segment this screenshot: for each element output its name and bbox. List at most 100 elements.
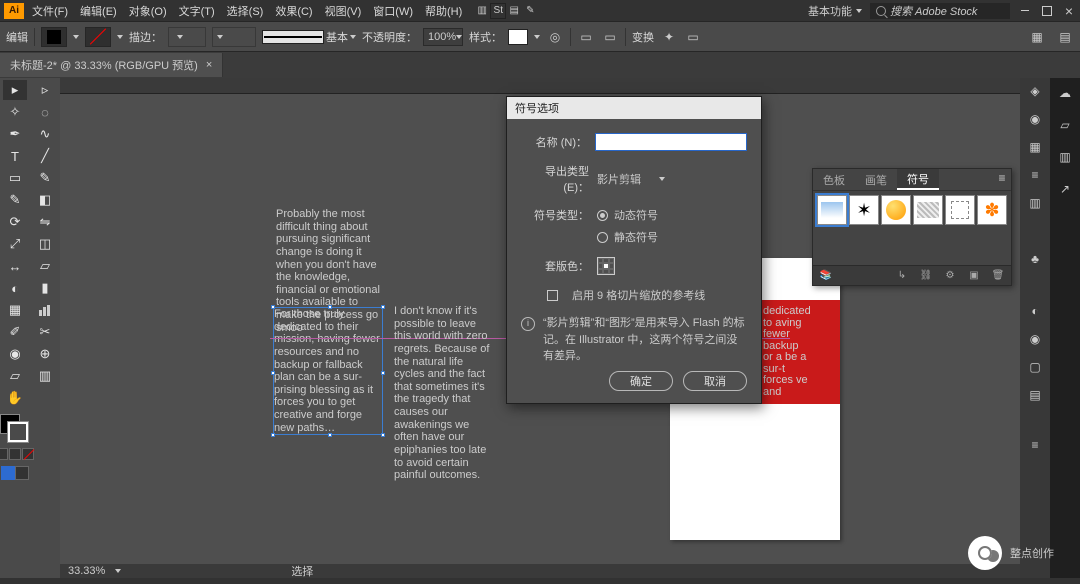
more-options-icon[interactable]: ▤	[1056, 28, 1074, 46]
eraser-tool[interactable]: ◧	[33, 190, 57, 210]
zoom-tool[interactable]: ⊕	[33, 344, 57, 364]
symbol-thumb[interactable]	[817, 195, 847, 225]
symbol-thumb[interactable]	[945, 195, 975, 225]
menu-view[interactable]: 视图(V)	[325, 3, 362, 19]
club-icon[interactable]: ♣	[1026, 250, 1044, 268]
scale-tool[interactable]: ⤢	[3, 234, 27, 254]
break-link-icon[interactable]: ⛓	[919, 269, 933, 283]
curvature-tool[interactable]: ∿	[33, 124, 57, 144]
graphic-styles-icon[interactable]: ▢	[1026, 358, 1044, 376]
export-type-select[interactable]: 影片剪辑	[597, 171, 665, 187]
blend-tool[interactable]: ◉	[3, 344, 27, 364]
text-frame-3[interactable]: I don't know if it's possible to leave t…	[394, 305, 496, 482]
menu-object[interactable]: 对象(O)	[129, 3, 167, 19]
rotate-tool[interactable]: ⟳	[3, 212, 27, 232]
window-maximize[interactable]	[1040, 4, 1054, 18]
toolbar-doc-icon[interactable]: ▥	[474, 3, 490, 19]
document-tab[interactable]: 未标题-2* @ 33.33% (RGB/GPU 预览) ×	[0, 53, 223, 77]
window-minimize[interactable]	[1018, 4, 1032, 18]
stroke-weight-select[interactable]	[168, 27, 206, 47]
ok-button[interactable]: 确定	[609, 371, 673, 391]
new-symbol-icon[interactable]: ▣	[967, 269, 981, 283]
symbol-thumb[interactable]	[881, 195, 911, 225]
free-transform-tool[interactable]: ◫	[33, 234, 57, 254]
radio-static[interactable]: 静态符号	[597, 229, 658, 245]
layers-icon[interactable]: ◈	[1026, 82, 1044, 100]
resize-handle[interactable]	[328, 433, 332, 437]
fill-stroke-control[interactable]	[0, 414, 30, 444]
toolbar-arrow-icon[interactable]: ✎	[522, 3, 538, 19]
tab-swatches[interactable]: 色板	[813, 169, 855, 190]
align-icon[interactable]: ▭	[577, 28, 595, 46]
place-symbol-icon[interactable]: ↳	[895, 269, 909, 283]
selection-tool[interactable]: ▸	[3, 80, 27, 100]
align-panel-icon[interactable]: ▤	[1026, 386, 1044, 404]
chevron-down-icon[interactable]	[115, 569, 121, 573]
resize-handle[interactable]	[328, 305, 332, 309]
menu-help[interactable]: 帮助(H)	[425, 3, 462, 19]
opacity-field[interactable]: 100%	[423, 28, 463, 46]
hand-tool[interactable]: ✋	[3, 388, 27, 408]
graphic-style-swatch[interactable]	[508, 29, 528, 45]
gradient-panel-icon[interactable]: ▥	[1026, 194, 1044, 212]
print-tiling-tool[interactable]: ▥	[33, 366, 57, 386]
transparency-icon[interactable]: ◐	[1026, 302, 1044, 320]
toolbar-st-icon[interactable]: St	[490, 3, 506, 19]
learn-icon[interactable]: ▱	[1056, 116, 1074, 134]
artboard-tool[interactable]: ▱	[3, 366, 27, 386]
transform-label[interactable]: 变换	[632, 29, 654, 45]
menu-file[interactable]: 文件(F)	[32, 3, 68, 19]
resize-handle[interactable]	[271, 433, 275, 437]
stroke-panel-icon[interactable]: ≡	[1026, 166, 1044, 184]
tab-symbols[interactable]: 符号	[897, 169, 939, 190]
close-icon[interactable]: ×	[206, 59, 212, 71]
toolbar-grid-icon[interactable]: ▤	[506, 3, 522, 19]
perspective-tool[interactable]: ▱	[33, 256, 57, 276]
reflect-tool[interactable]: ⇋	[33, 212, 57, 232]
menu-select[interactable]: 选择(S)	[227, 3, 264, 19]
screen-mode[interactable]	[1, 466, 29, 480]
text-frame-4-tiny[interactable]: dedicated to aving fewer backup or a be …	[763, 306, 811, 398]
shape-mode-icon[interactable]: ✦	[660, 28, 678, 46]
assets-icon[interactable]: ▥	[1056, 148, 1074, 166]
fill-swatch[interactable]	[41, 27, 67, 47]
window-close[interactable]	[1062, 4, 1076, 18]
swatches-icon[interactable]: ▦	[1026, 138, 1044, 156]
magic-wand-tool[interactable]: ✧	[3, 102, 27, 122]
arrange-docs-icon[interactable]: ▦	[1028, 28, 1046, 46]
symbol-thumb[interactable]	[913, 195, 943, 225]
panel-menu-icon[interactable]: ≡	[1026, 436, 1044, 454]
brush-tool[interactable]: ✎	[3, 190, 27, 210]
type-tool[interactable]: T	[3, 146, 27, 166]
stock-search[interactable]: 搜索 Adobe Stock	[870, 3, 1010, 19]
symbol-options-icon[interactable]: ⚙	[943, 269, 957, 283]
direct-selection-tool[interactable]: ▹	[33, 80, 57, 100]
resize-handle[interactable]	[271, 305, 275, 309]
registration-grid[interactable]	[597, 257, 615, 275]
menu-window[interactable]: 窗口(W)	[373, 3, 413, 19]
resize-handle[interactable]	[381, 305, 385, 309]
eyedropper-tool[interactable]: ✐	[3, 322, 27, 342]
lasso-tool[interactable]: ◌	[33, 102, 57, 122]
zoom-level[interactable]: 33.33%	[68, 565, 105, 577]
color-picker-icon[interactable]: ◉	[1026, 110, 1044, 128]
workspace-switcher[interactable]: 基本功能	[808, 3, 862, 19]
symbol-thumb[interactable]: ✶	[849, 195, 879, 225]
width-tool[interactable]: ↔	[3, 256, 27, 276]
isolate-icon[interactable]: ▭	[684, 28, 702, 46]
menu-edit[interactable]: 编辑(E)	[80, 3, 117, 19]
shaper-tool[interactable]: ✎	[33, 168, 57, 188]
menu-type[interactable]: 文字(T)	[179, 3, 215, 19]
pen-tool[interactable]: ✒	[3, 124, 27, 144]
resize-handle[interactable]	[381, 371, 385, 375]
chevron-down-icon[interactable]	[534, 35, 540, 39]
chevron-down-icon[interactable]	[73, 35, 79, 39]
resize-handle[interactable]	[271, 371, 275, 375]
color-mode-row[interactable]	[0, 448, 34, 460]
text-frame-2-selected[interactable]: For those truly dedicated to their missi…	[274, 308, 382, 434]
nine-slice-checkbox[interactable]	[547, 290, 558, 301]
delete-symbol-icon[interactable]: 🗑	[991, 269, 1005, 283]
shape-builder-tool[interactable]: ◐	[3, 278, 27, 298]
cc-libraries-icon[interactable]: ☁	[1056, 84, 1074, 102]
rect-tool[interactable]: ▭	[3, 168, 27, 188]
